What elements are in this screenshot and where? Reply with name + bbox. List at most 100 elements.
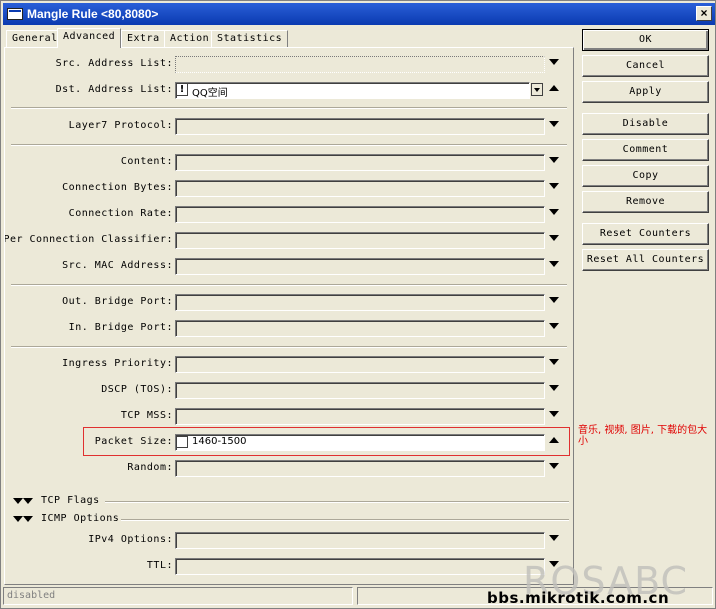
out-bridge-port-row: Out. Bridge Port: [5,292,573,314]
window-app-icon [7,8,23,20]
icmp-options-title: ICMP Options [41,513,120,524]
divider [105,501,569,503]
dst-address-list-value: QQ空间 [192,88,228,99]
chevron-down-icon[interactable] [549,463,559,469]
ttl-row: TTL: [5,556,573,578]
tab-advanced[interactable]: Advanced [57,28,122,48]
chevron-down-icon[interactable] [549,235,559,241]
out-bridge-port-field[interactable] [175,294,545,311]
close-icon[interactable]: × [696,6,712,21]
random-row: Random: [5,458,573,480]
ingress-priority-label: Ingress Priority: [62,358,173,369]
dst-address-list-label: Dst. Address List: [55,84,173,95]
layer7-protocol-row: Layer7 Protocol: [5,116,573,138]
divider [121,519,569,521]
negate-toggle[interactable]: ! [176,83,188,96]
chevron-down-icon[interactable] [549,359,559,365]
tab-general[interactable]: General [6,30,64,47]
expand-arrow-icon [13,498,23,504]
dscp-row: DSCP (TOS): [5,380,573,402]
chevron-down-icon[interactable] [549,411,559,417]
ipv4-options-row: IPv4 Options: [5,530,573,552]
content-label: Content: [120,156,173,167]
per-connection-classifier-field[interactable] [175,232,545,249]
tcp-mss-label: TCP MSS: [120,410,173,421]
expand-arrow-icon [23,498,33,504]
tab-extra[interactable]: Extra [121,30,166,47]
expand-arrow-icon [23,516,33,522]
random-field[interactable] [175,460,545,477]
tcp-flags-section[interactable]: TCP Flags [13,495,569,509]
ttl-label: TTL: [146,560,173,571]
connection-bytes-label: Connection Bytes: [62,182,173,193]
dst-address-list-row: Dst. Address List: ! QQ空间 [5,80,573,102]
ipv4-options-label: IPv4 Options: [88,534,173,545]
ok-button[interactable]: OK [582,29,709,51]
mangle-rule-window: Mangle Rule <80,8080> × General Advanced… [0,0,716,609]
src-mac-address-field[interactable] [175,258,545,275]
content-row: Content: [5,152,573,174]
divider [11,284,567,286]
window-title: Mangle Rule <80,8080> [27,7,159,21]
connection-rate-label: Connection Rate: [68,208,173,219]
chevron-up-icon[interactable] [549,85,559,91]
connection-bytes-field[interactable] [175,180,545,197]
title-bar[interactable]: Mangle Rule <80,8080> × [3,3,715,25]
ingress-priority-row: Ingress Priority: [5,354,573,376]
connection-rate-row: Connection Rate: [5,204,573,226]
icmp-options-section[interactable]: ICMP Options [13,513,569,527]
ttl-field[interactable] [175,558,545,575]
reset-counters-button[interactable]: Reset Counters [582,223,709,245]
dscp-label: DSCP (TOS): [101,384,173,395]
copy-button[interactable]: Copy [582,165,709,187]
src-address-list-field[interactable] [175,56,545,73]
reset-all-counters-button[interactable]: Reset All Counters [582,249,709,271]
content-field[interactable] [175,154,545,171]
comment-button[interactable]: Comment [582,139,709,161]
chevron-down-icon[interactable] [549,261,559,267]
layer7-protocol-field[interactable] [175,118,545,135]
ipv4-options-field[interactable] [175,532,545,549]
src-mac-address-row: Src. MAC Address: [5,256,573,278]
in-bridge-port-label: In. Bridge Port: [68,322,173,333]
in-bridge-port-row: In. Bridge Port: [5,318,573,340]
divider [11,346,567,348]
src-address-list-row: Src. Address List: [5,54,573,76]
ingress-priority-field[interactable] [175,356,545,373]
src-address-list-label: Src. Address List: [55,58,173,69]
tcp-mss-row: TCP MSS: [5,406,573,428]
cancel-button[interactable]: Cancel [582,55,709,77]
dscp-field[interactable] [175,382,545,399]
dropdown-arrow-icon[interactable] [531,83,543,96]
dst-address-list-field[interactable]: ! QQ空间 [175,82,530,99]
out-bridge-port-label: Out. Bridge Port: [62,296,173,307]
advanced-panel: Src. Address List: Dst. Address List: ! … [4,47,574,585]
chevron-down-icon[interactable] [549,209,559,215]
tab-statistics[interactable]: Statistics [211,30,289,47]
per-connection-classifier-label: Per Connection Classifier: [4,234,173,245]
chevron-down-icon[interactable] [549,59,559,65]
tcp-mss-field[interactable] [175,408,545,425]
in-bridge-port-field[interactable] [175,320,545,337]
apply-button[interactable]: Apply [582,81,709,103]
chevron-down-icon[interactable] [549,157,559,163]
disable-button[interactable]: Disable [582,113,709,135]
per-connection-classifier-row: Per Connection Classifier: [4,230,573,252]
connection-rate-field[interactable] [175,206,545,223]
tab-action[interactable]: Action [164,30,216,47]
src-mac-address-label: Src. MAC Address: [62,260,173,271]
chevron-down-icon[interactable] [549,385,559,391]
remove-button[interactable]: Remove [582,191,709,213]
chevron-down-icon[interactable] [549,183,559,189]
packet-size-annotation: 音乐, 视频, 图片, 下载的包大小 [578,425,708,447]
expand-arrow-icon [13,516,23,522]
status-state: disabled [3,587,353,605]
divider [11,144,567,146]
watermark-url: bbs.mikrotik.com.cn [487,589,670,607]
chevron-down-icon[interactable] [549,535,559,541]
chevron-down-icon[interactable] [549,297,559,303]
divider [11,107,567,109]
chevron-down-icon[interactable] [549,121,559,127]
tcp-flags-title: TCP Flags [41,495,100,506]
chevron-down-icon[interactable] [549,323,559,329]
